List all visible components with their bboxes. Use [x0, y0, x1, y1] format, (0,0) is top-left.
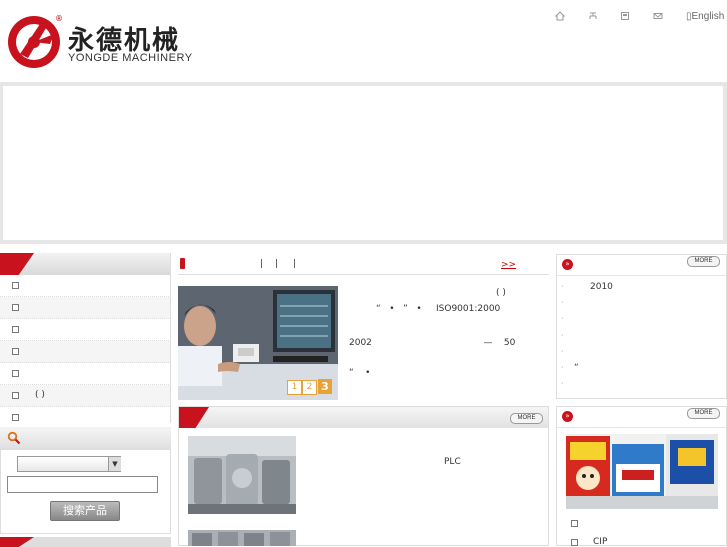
language-label: English: [691, 11, 725, 22]
list-item[interactable]: [0, 407, 171, 429]
logo-icon[interactable]: [6, 14, 62, 70]
news-bullet-icon: ·: [561, 298, 564, 307]
bullet-icon: [12, 392, 19, 399]
slide-2-button[interactable]: 2: [302, 380, 317, 395]
news-bullet-icon: ·: [561, 363, 564, 372]
section-marker-icon: [180, 258, 185, 269]
products-header: [179, 407, 548, 428]
products-more-button[interactable]: MORE: [510, 413, 543, 424]
news-bullet-icon: ·: [561, 331, 564, 340]
search-input[interactable]: [7, 476, 158, 493]
tab-separator: |: [293, 259, 297, 269]
bullet-icon: [12, 370, 19, 377]
bullet-icon: [12, 414, 19, 421]
home-icon[interactable]: [555, 11, 565, 21]
divider: [170, 253, 171, 423]
product-image[interactable]: [188, 436, 296, 514]
language-switch[interactable]: ▯English: [686, 11, 724, 22]
sitemap-icon[interactable]: [588, 11, 598, 21]
search-icon: [7, 431, 21, 445]
news-item[interactable]: “: [574, 363, 579, 373]
arrow-circle-icon: »: [562, 411, 573, 422]
intro-text-line: “ • ” • ISO9001:2000: [376, 304, 501, 314]
intro-text-line: “ •: [349, 368, 371, 378]
arrow-circle-icon: »: [562, 259, 573, 270]
list-item[interactable]: [0, 341, 171, 363]
news-item[interactable]: 2010: [590, 282, 613, 292]
tab-separator: |: [275, 259, 279, 269]
list-item[interactable]: [0, 297, 171, 319]
list-item[interactable]: ( ): [0, 385, 171, 407]
search-button[interactable]: 搜索产品: [50, 501, 120, 521]
mail-icon[interactable]: [653, 11, 663, 21]
bullet-icon: [571, 520, 578, 527]
product-description: PLC: [444, 457, 461, 467]
logo-english-text[interactable]: YONGDE MACHINERY: [68, 52, 193, 64]
product-image-item[interactable]: CIP: [593, 537, 607, 547]
news-bullet-icon: ·: [561, 314, 564, 323]
banner[interactable]: [3, 86, 723, 240]
bullet-icon: [12, 326, 19, 333]
registered-mark: ®: [55, 14, 63, 23]
chevron-down-icon[interactable]: ▼: [108, 457, 121, 471]
news-more-button[interactable]: MORE: [687, 256, 720, 267]
tab-separator: |: [260, 259, 264, 269]
bookmark-icon[interactable]: [620, 11, 630, 21]
intro-text-line: 2002 — 50: [349, 338, 516, 348]
images-more-button[interactable]: MORE: [687, 408, 720, 419]
list-item[interactable]: [0, 319, 171, 341]
news-bullet-icon: ·: [561, 347, 564, 356]
category-select[interactable]: [17, 456, 121, 472]
list-item[interactable]: [0, 275, 171, 297]
news-bullet-icon: ·: [561, 282, 564, 291]
news-bullet-icon: ·: [561, 379, 564, 388]
divider: [178, 274, 549, 275]
more-link[interactable]: >>: [501, 260, 516, 270]
product-showcase-image[interactable]: [566, 434, 718, 509]
bullet-icon: [12, 304, 19, 311]
product-category-list: ( ): [0, 275, 171, 429]
intro-text-line: ( ): [496, 288, 506, 298]
search-header: [0, 427, 171, 449]
list-item[interactable]: [0, 363, 171, 385]
bullet-icon: [12, 282, 19, 289]
bullet-icon: [12, 348, 19, 355]
slide-3-button[interactable]: 3: [318, 379, 332, 394]
product-image[interactable]: [188, 530, 296, 546]
slide-1-button[interactable]: 1: [287, 380, 302, 395]
